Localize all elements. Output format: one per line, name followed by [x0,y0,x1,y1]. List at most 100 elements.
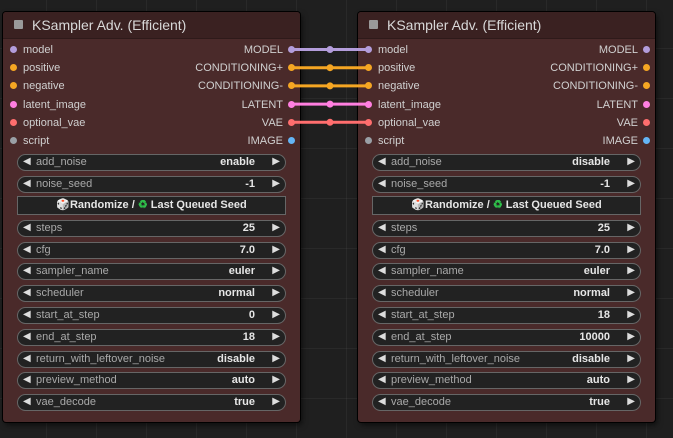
wire-midpoint-handle[interactable] [326,100,334,108]
output-slot-image-icon[interactable] [288,137,295,144]
increment-arrow-icon[interactable]: ▶ [272,156,280,167]
widget-noise-seed[interactable]: ◀ noise_seed -1 ▶ [17,176,286,193]
increment-arrow-icon[interactable]: ▶ [272,353,280,364]
increment-arrow-icon[interactable]: ▶ [627,353,635,364]
widget-return-with-leftover-noise[interactable]: ◀ return_with_leftover_noise disable ▶ [372,351,641,368]
output-slot-vae-icon[interactable] [643,118,650,126]
input-slot-positive-icon[interactable] [365,64,372,72]
increment-arrow-icon[interactable]: ▶ [272,374,280,385]
decrement-arrow-icon[interactable]: ◀ [23,309,31,320]
widget-vae-decode[interactable]: ◀ vae_decode true ▶ [372,394,641,411]
decrement-arrow-icon[interactable]: ◀ [378,353,386,364]
wire-midpoint-handle[interactable] [326,64,334,72]
decrement-arrow-icon[interactable]: ◀ [23,353,31,364]
node-title-bar[interactable]: KSampler Adv. (Efficient) [3,12,300,39]
increment-arrow-icon[interactable]: ▶ [272,309,280,320]
output-slot-latent-icon[interactable] [288,100,295,108]
output-slot-conditioning+-icon[interactable] [643,64,650,72]
decrement-arrow-icon[interactable]: ◀ [23,331,31,342]
widget-end-at-step[interactable]: ◀ end_at_step 18 ▶ [17,329,286,346]
input-slot-positive-icon[interactable] [10,64,17,72]
widget-sampler-name[interactable]: ◀ sampler_name euler ▶ [372,263,641,280]
output-slot-conditioning--icon[interactable] [288,82,295,90]
increment-arrow-icon[interactable]: ▶ [627,244,635,255]
widget-cfg[interactable]: ◀ cfg 7.0 ▶ [372,242,641,259]
decrement-arrow-icon[interactable]: ◀ [378,331,386,342]
increment-arrow-icon[interactable]: ▶ [627,396,635,407]
output-slot-image-icon[interactable] [643,137,650,144]
widget-return-with-leftover-noise[interactable]: ◀ return_with_leftover_noise disable ▶ [17,351,286,368]
widget-steps[interactable]: ◀ steps 25 ▶ [17,220,286,237]
collapse-toggle-icon[interactable] [369,20,378,29]
input-slot-latent_image-icon[interactable] [365,100,372,108]
widget-start-at-step[interactable]: ◀ start_at_step 18 ▶ [372,307,641,324]
increment-arrow-icon[interactable]: ▶ [627,178,635,189]
widget-noise-seed[interactable]: ◀ noise_seed -1 ▶ [372,176,641,193]
input-slot-optional_vae-icon[interactable] [365,118,372,126]
input-slot-script-icon[interactable] [365,137,372,144]
collapse-toggle-icon[interactable] [14,20,23,29]
input-slot-model-icon[interactable] [365,46,372,53]
widget-vae-decode[interactable]: ◀ vae_decode true ▶ [17,394,286,411]
node-title-bar[interactable]: KSampler Adv. (Efficient) [358,12,655,39]
input-slot-negative-icon[interactable] [365,82,372,90]
increment-arrow-icon[interactable]: ▶ [627,222,635,233]
decrement-arrow-icon[interactable]: ◀ [378,374,386,385]
increment-arrow-icon[interactable]: ▶ [272,244,280,255]
increment-arrow-icon[interactable]: ▶ [627,374,635,385]
decrement-arrow-icon[interactable]: ◀ [378,309,386,320]
wire-midpoint-handle[interactable] [326,82,334,90]
widget-end-at-step[interactable]: ◀ end_at_step 10000 ▶ [372,329,641,346]
decrement-arrow-icon[interactable]: ◀ [378,222,386,233]
decrement-arrow-icon[interactable]: ◀ [23,156,31,167]
decrement-arrow-icon[interactable]: ◀ [378,156,386,167]
increment-arrow-icon[interactable]: ▶ [627,156,635,167]
decrement-arrow-icon[interactable]: ◀ [23,287,31,298]
output-slot-model-icon[interactable] [643,46,650,53]
widget-start-at-step[interactable]: ◀ start_at_step 0 ▶ [17,307,286,324]
widget-add-noise[interactable]: ◀ add_noise disable ▶ [372,154,641,171]
decrement-arrow-icon[interactable]: ◀ [23,374,31,385]
increment-arrow-icon[interactable]: ▶ [627,331,635,342]
increment-arrow-icon[interactable]: ▶ [272,222,280,233]
decrement-arrow-icon[interactable]: ◀ [378,244,386,255]
widget-cfg[interactable]: ◀ cfg 7.0 ▶ [17,242,286,259]
increment-arrow-icon[interactable]: ▶ [272,265,280,276]
decrement-arrow-icon[interactable]: ◀ [23,222,31,233]
increment-arrow-icon[interactable]: ▶ [627,265,635,276]
increment-arrow-icon[interactable]: ▶ [627,309,635,320]
randomize-seed-button[interactable]: 🎲Randomize / ♻ Last Queued Seed [372,196,641,215]
widget-scheduler[interactable]: ◀ scheduler normal ▶ [17,285,286,302]
output-slot-latent-icon[interactable] [643,100,650,108]
input-slot-script-icon[interactable] [10,137,17,144]
input-slot-model-icon[interactable] [10,46,17,53]
widget-preview-method[interactable]: ◀ preview_method auto ▶ [372,372,641,389]
decrement-arrow-icon[interactable]: ◀ [23,178,31,189]
decrement-arrow-icon[interactable]: ◀ [378,396,386,407]
output-slot-model-icon[interactable] [288,46,295,53]
increment-arrow-icon[interactable]: ▶ [627,287,635,298]
increment-arrow-icon[interactable]: ▶ [272,287,280,298]
input-slot-latent_image-icon[interactable] [10,100,17,108]
ksampler-node-2[interactable]: KSampler Adv. (Efficient) model MODEL posit… [358,12,655,422]
increment-arrow-icon[interactable]: ▶ [272,178,280,189]
output-slot-conditioning+-icon[interactable] [288,64,295,72]
input-slot-optional_vae-icon[interactable] [10,118,17,126]
randomize-seed-button[interactable]: 🎲Randomize / ♻ Last Queued Seed [17,196,286,215]
decrement-arrow-icon[interactable]: ◀ [23,265,31,276]
wire-midpoint-handle[interactable] [326,46,334,53]
widget-preview-method[interactable]: ◀ preview_method auto ▶ [17,372,286,389]
widget-add-noise[interactable]: ◀ add_noise enable ▶ [17,154,286,171]
output-slot-conditioning--icon[interactable] [643,82,650,90]
input-slot-negative-icon[interactable] [10,82,17,90]
ksampler-node-1[interactable]: KSampler Adv. (Efficient) model MODEL posit… [3,12,300,422]
wire-midpoint-handle[interactable] [326,118,334,126]
output-slot-vae-icon[interactable] [288,118,295,126]
widget-sampler-name[interactable]: ◀ sampler_name euler ▶ [17,263,286,280]
decrement-arrow-icon[interactable]: ◀ [23,396,31,407]
increment-arrow-icon[interactable]: ▶ [272,396,280,407]
increment-arrow-icon[interactable]: ▶ [272,331,280,342]
widget-steps[interactable]: ◀ steps 25 ▶ [372,220,641,237]
decrement-arrow-icon[interactable]: ◀ [23,244,31,255]
decrement-arrow-icon[interactable]: ◀ [378,178,386,189]
